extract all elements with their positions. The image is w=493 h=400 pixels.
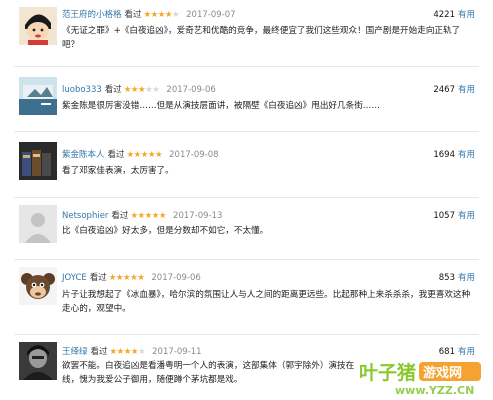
watched-label: 看过 (89, 273, 107, 283)
vote-count: 4221 有用 (433, 8, 475, 20)
vote-count: 853 有用 (439, 271, 475, 283)
useful-button[interactable]: 有用 (458, 211, 475, 221)
vote-number: 1694 (433, 150, 455, 160)
svg-text:游戏网: 游戏网 (423, 365, 462, 381)
review-text: 片子让我想起了《冰血暴》，哈尔滨的氛围让人与人之间的距离更远些。比起那种上来杀杀… (62, 290, 471, 314)
avatar[interactable] (19, 205, 57, 243)
review-text: 看了邓家佳表演，太厉害了。 (62, 166, 174, 176)
username-link[interactable]: JOYCE (62, 273, 87, 283)
review-item: Netsophier 看过 ★★★★★ 2017-09-13 1057 有用 比《白夜追… (0, 197, 493, 259)
rating-stars: ★★★★★ (123, 85, 160, 95)
avatar[interactable] (19, 342, 57, 380)
rating-stars: ★★★★★ (109, 347, 146, 357)
svg-text:www.YZZ.CN: www.YZZ.CN (395, 384, 474, 397)
avatar[interactable] (19, 142, 57, 180)
review-item: luobo333 看过 ★★★★★ 2017-09-06 2467 有用 紫金陈是很厉害… (0, 66, 493, 130)
review-meta: 范王府的小格格 看过 ★★★★★ 2017-09-07 (62, 8, 236, 20)
avatar[interactable] (19, 77, 57, 115)
rating-stars: ★★★★★ (130, 211, 167, 221)
review-text: 欲罢不能。白夜追凶是看潘粤明一个人的表演，这部集体（郭宇除外）演技在线，愧为我爱… (62, 361, 355, 385)
vote-number: 4221 (433, 10, 455, 20)
review-date: 2017-09-11 (152, 347, 202, 357)
review-meta: 紫金陈本人 看过 ★★★★★ 2017-09-08 (62, 148, 219, 160)
username-link[interactable]: Netsophier (62, 211, 108, 221)
useful-button[interactable]: 有用 (458, 85, 475, 95)
watched-label: 看过 (104, 85, 122, 95)
review-item: 范王府的小格格 看过 ★★★★★ 2017-09-07 4221 有用 《无证之罪》+《… (0, 0, 493, 64)
vote-number: 1057 (433, 211, 455, 221)
username-link[interactable]: luobo333 (62, 85, 102, 95)
review-text: 比《白夜追凶》好太多，但是分数却不如它，不太懂。 (62, 226, 269, 236)
review-item: 紫金陈本人 看过 ★★★★★ 2017-09-08 1694 有用 看了邓家佳表演，太厉… (0, 131, 493, 196)
review-text: 紫金陈是很厉害没错……但是从演技层面讲，被隔壁《白夜追凶》甩出好几条街…… (62, 101, 380, 111)
username-link[interactable]: 范王府的小格格 (62, 10, 122, 20)
review-item: JOYCE 看过 ★★★★★ 2017-09-06 853 有用 片子让我想起了《冰血暴… (0, 259, 493, 334)
avatar[interactable] (19, 7, 57, 45)
svg-text:叶子猪: 叶子猪 (359, 362, 416, 384)
review-date: 2017-09-06 (166, 85, 216, 95)
review-meta: JOYCE 看过 ★★★★★ 2017-09-06 (62, 271, 201, 283)
review-date: 2017-09-07 (186, 10, 236, 20)
review-meta: luobo333 看过 ★★★★★ 2017-09-06 (62, 83, 216, 95)
username-link[interactable]: 紫金陈本人 (62, 150, 105, 160)
vote-count: 1694 有用 (433, 148, 475, 160)
watched-label: 看过 (124, 10, 142, 20)
useful-button[interactable]: 有用 (458, 10, 475, 20)
vote-number: 2467 (433, 85, 455, 95)
vote-count: 2467 有用 (433, 83, 475, 95)
rating-stars: ★★★★★ (126, 150, 163, 160)
watched-label: 看过 (107, 150, 125, 160)
useful-button[interactable]: 有用 (458, 273, 475, 283)
review-date: 2017-09-06 (151, 273, 201, 283)
avatar[interactable] (19, 267, 57, 305)
review-meta: Netsophier 看过 ★★★★★ 2017-09-13 (62, 209, 222, 221)
rating-stars: ★★★★★ (143, 10, 180, 20)
rating-stars: ★★★★★ (108, 273, 145, 283)
review-date: 2017-09-08 (169, 150, 219, 160)
vote-count: 1057 有用 (433, 209, 475, 221)
review-text: 《无证之罪》+《白夜追凶》，爱奇艺和优酷的竞争，最终便宜了我们这些观众！国产剧是… (62, 26, 461, 50)
useful-button[interactable]: 有用 (458, 150, 475, 160)
watermark-logo: 叶子猪 游戏网 www.YZZ.CN (357, 355, 485, 397)
review-meta: 王绎绿 看过 ★★★★★ 2017-09-11 (62, 345, 202, 357)
watched-label: 看过 (90, 347, 108, 357)
review-date: 2017-09-13 (173, 211, 223, 221)
username-link[interactable]: 王绎绿 (62, 347, 88, 357)
vote-number: 853 (438, 273, 455, 283)
watched-label: 看过 (111, 211, 129, 221)
